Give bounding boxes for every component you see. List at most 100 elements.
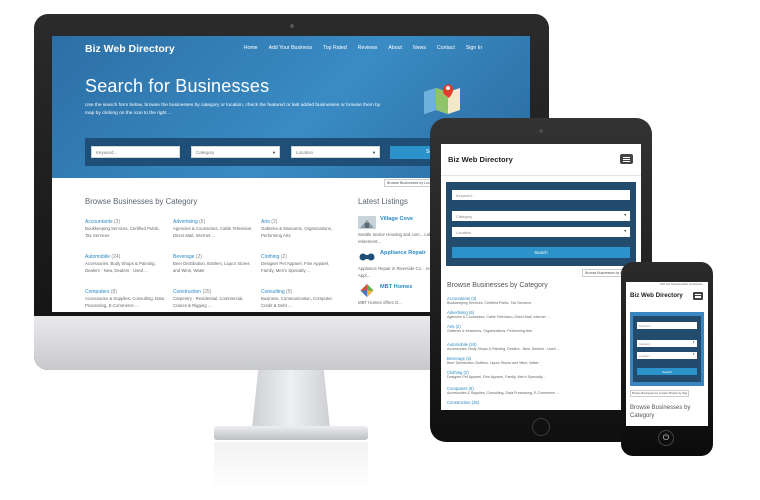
chevron-down-icon: ▼: [623, 213, 627, 217]
browse-category-title: Browse Businesses by Category: [447, 282, 548, 289]
top-navbar: Biz Web Directory Home Add Your Business…: [52, 36, 530, 62]
site-logo[interactable]: Biz Web Directory: [448, 155, 513, 164]
browse-category-title: Browse Businesses by Category: [630, 405, 691, 419]
hero-title: Search for Businesses: [85, 76, 270, 96]
category-subtypes: Accessories & Supplies, Consulting, Data…: [85, 296, 165, 308]
search-button[interactable]: Search: [452, 247, 630, 258]
category-item[interactable]: Consulting (5) Business, Communication, …: [261, 289, 343, 309]
chevron-down-icon: ▼: [623, 229, 627, 233]
category-item[interactable]: Computers (8) Accessories & Supplies, Con…: [447, 386, 635, 396]
browse-by-map-button[interactable]: Browse by Map: [669, 392, 687, 395]
category-item[interactable]: Accountants (3) Bookkeeping Services, Cer…: [447, 296, 635, 306]
location-select-label: Location: [639, 354, 650, 358]
category-name[interactable]: Construction: [173, 289, 201, 295]
keyword-input[interactable]: Keyword...: [452, 190, 630, 200]
category-select[interactable]: Category ▼: [191, 146, 280, 158]
category-item[interactable]: Advertising (6) Agencies & Counselors, Ca…: [447, 310, 635, 320]
location-select[interactable]: Location ▼: [291, 146, 380, 158]
browse-buttons: Browse Businesses by Location Browse by …: [630, 390, 690, 397]
chevron-down-icon: ▼: [692, 341, 695, 344]
category-item[interactable]: Beverage (2) Beer Distribution, Bottlers,…: [447, 356, 635, 366]
stand-reflection: [214, 442, 368, 492]
keyword-input[interactable]: Keyword...: [637, 322, 697, 329]
category-item[interactable]: Automobile (24) Accessories, Body Shops &…: [447, 342, 635, 352]
category-name[interactable]: Clothing: [261, 254, 279, 260]
category-name[interactable]: Arts: [261, 219, 270, 225]
category-item[interactable]: Accountants (3) Bookkeeping Services, Ce…: [85, 219, 167, 239]
category-name[interactable]: Accountants: [85, 219, 113, 225]
chevron-down-icon: ▼: [372, 150, 376, 155]
category-item[interactable]: Arts (2) Galleries & Museums, Organizati…: [261, 219, 343, 239]
nav-sign-in[interactable]: Sign In: [466, 45, 482, 51]
category-subtypes: Beer Distribution, Bottlers, Liquor Stor…: [447, 361, 539, 365]
nav-news[interactable]: News: [413, 45, 426, 51]
keyword-input[interactable]: Keyword...: [91, 146, 180, 158]
category-item[interactable]: Computers (8) Accessories & Supplies, Co…: [85, 289, 167, 309]
phone-top-nav[interactable]: Add Your Business Rate Us Reviews: [660, 283, 702, 286]
category-select-label: Category: [196, 150, 215, 155]
category-name[interactable]: Consulting: [261, 289, 285, 295]
search-form-inner: Keyword... Category ▼ Location ▼ Search: [633, 316, 701, 382]
category-select[interactable]: Category ▼: [452, 211, 630, 221]
tablet-header: Biz Web Directory: [441, 144, 641, 176]
category-select[interactable]: Category ▼: [637, 340, 697, 347]
category-subtypes: Beer Distribution, Bottlers, Liquor Stor…: [173, 261, 250, 273]
category-subtypes: Business, Communication, Computer, Credi…: [261, 296, 333, 308]
listing-thumbnail: [360, 284, 374, 297]
listing-title[interactable]: Village Cove: [380, 216, 413, 222]
category-count: (6): [199, 219, 206, 225]
chevron-down-icon: ▼: [272, 150, 276, 155]
category-item[interactable]: Clothing (2) Designer Pet Apparel, Fine …: [261, 254, 343, 274]
category-count: (24): [111, 254, 121, 260]
category-item[interactable]: Arts (2) Galleries & Museums, Organizatio…: [447, 324, 635, 334]
category-count: (3): [113, 219, 121, 225]
hero-description: Use the search form below, browse the bu…: [85, 103, 381, 116]
nav-add-business[interactable]: Add Your Business: [269, 45, 313, 51]
search-button[interactable]: Search: [637, 368, 697, 375]
category-item[interactable]: Beverage (2) Beer Distribution, Bottlers…: [173, 254, 255, 274]
category-subtypes: Designer Pet Apparel, Fine Apparel, Fami…: [261, 261, 330, 273]
category-item[interactable]: Clothing (2) Designer Pet Apparel, Fine A…: [447, 370, 635, 380]
monitor-stand: [252, 370, 330, 428]
location-select[interactable]: Location ▼: [637, 352, 697, 359]
category-name[interactable]: Advertising: [173, 219, 198, 225]
monitor-base: [214, 426, 368, 440]
category-subtypes: Designer Pet Apparel, Fine Apparel, Fami…: [447, 375, 547, 379]
device-showcase: Biz Web Directory Home Add Your Business…: [0, 0, 760, 500]
search-form: Keyword... Category ▼ Location ▼ Search: [446, 182, 636, 266]
menu-icon[interactable]: [620, 154, 633, 164]
category-item[interactable]: Automobile (24) Accessories, Body Shops …: [85, 254, 167, 274]
category-name[interactable]: Construction (25): [447, 400, 635, 405]
category-select-label: Category: [639, 342, 651, 346]
home-button[interactable]: [532, 418, 550, 436]
category-item[interactable]: Construction (25) Carpentry - Residentia…: [173, 289, 255, 309]
browse-by-location-button[interactable]: Browse Businesses by Location: [632, 392, 669, 395]
listing-thumbnail: [358, 216, 376, 229]
nav-home[interactable]: Home: [244, 45, 258, 51]
category-count: (5): [286, 289, 293, 295]
category-subtypes: Accessories, Body Shops & Painting, Deal…: [85, 261, 156, 273]
category-item[interactable]: Construction (25): [447, 400, 635, 405]
category-name[interactable]: Automobile: [85, 254, 110, 260]
power-icon[interactable]: ⏻: [658, 430, 674, 446]
nav-about[interactable]: About: [388, 45, 402, 51]
category-item[interactable]: Advertising (6) Agencies & Counselors, C…: [173, 219, 255, 239]
menu-icon[interactable]: [693, 292, 703, 300]
listing-title[interactable]: MBT Homes: [380, 284, 412, 290]
site-logo[interactable]: Biz Web Directory: [630, 292, 683, 299]
nav-contact[interactable]: Contact: [437, 45, 455, 51]
listing-title[interactable]: Appliance Repair: [380, 250, 426, 256]
nav-reviews[interactable]: Reviews: [358, 45, 378, 51]
location-select[interactable]: Location ▼: [452, 227, 630, 237]
category-name[interactable]: Beverage: [173, 254, 194, 260]
search-form: Keyword... Category ▼ Location ▼ Search: [630, 312, 704, 386]
category-name[interactable]: Computers: [85, 289, 109, 295]
site-logo[interactable]: Biz Web Directory: [85, 43, 175, 55]
category-subtypes: Bookkeeping Services, Certified Public, …: [447, 301, 532, 305]
category-count: (2): [271, 219, 278, 225]
map-icon[interactable]: [422, 80, 462, 114]
nav-top-rated[interactable]: Top Rated: [323, 45, 347, 51]
location-select-label: Location: [296, 150, 314, 155]
browse-category-title: Browse Businesses by Category: [85, 197, 198, 206]
location-select-label: Location: [456, 229, 472, 235]
